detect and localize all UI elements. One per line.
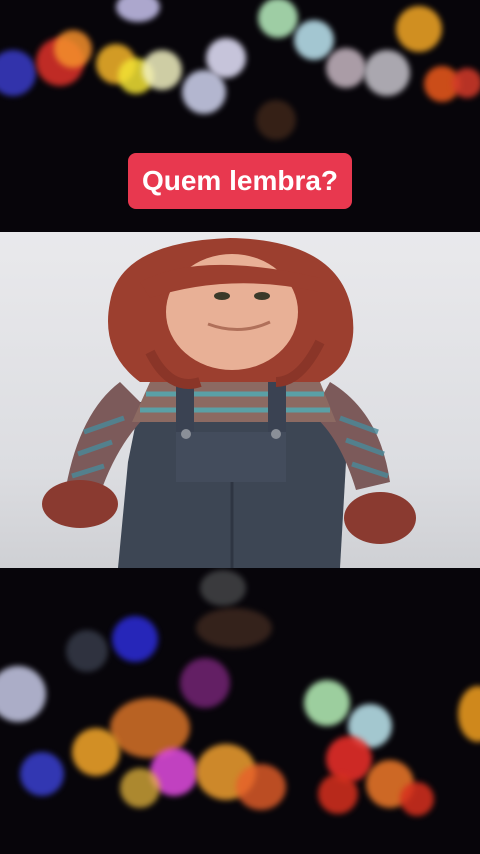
bokeh-background-bottom [0, 568, 480, 854]
doll-illustration [42, 238, 416, 568]
caption-container: Quem lembra? [0, 153, 480, 210]
caption-label: Quem lembra? [127, 153, 353, 210]
doll-photo [0, 232, 480, 568]
